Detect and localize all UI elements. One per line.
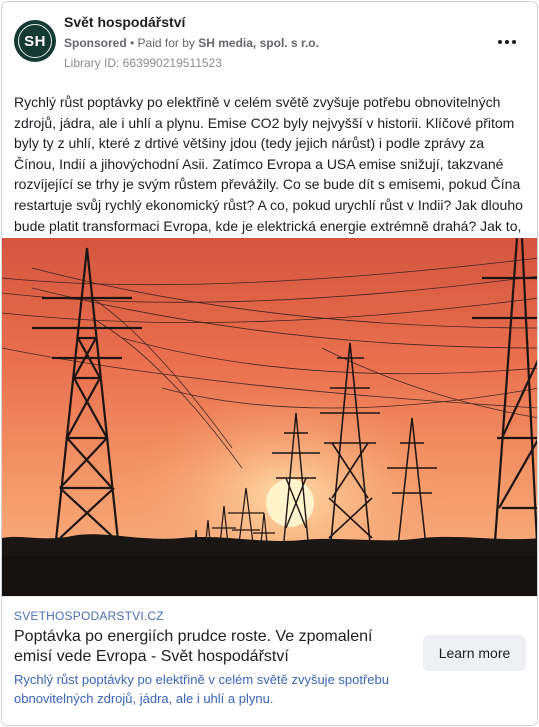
more-dot [505,40,509,44]
more-horizontal-icon [498,40,502,44]
ad-image-power-lines-sunset[interactable] [2,238,538,596]
ad-header: SH Svět hospodářství Sponsored • Paid fo… [2,2,537,82]
post-text: Rychlý růst poptávky po elektřině v celé… [14,94,523,254]
page-name[interactable]: Svět hospodářství [64,14,185,30]
link-description: Rychlý růst poptávky po elektřině v celé… [14,672,390,706]
sponsored-line: Sponsored • Paid for by SH media, spol. … [64,36,319,50]
meta-separator: • [126,36,138,50]
page-avatar[interactable]: SH [14,20,56,62]
link-title[interactable]: Poptávka po energiích prudce roste. Ve z… [14,627,414,667]
sponsored-label: Sponsored [64,36,127,50]
advertiser-name: SH media, spol. s r.o. [198,36,319,50]
library-id: Library ID: 663990219511523 [64,56,222,70]
avatar-initials: SH [24,32,46,50]
paid-for-prefix: Paid for by [137,36,199,50]
ad-card: SH Svět hospodářství Sponsored • Paid fo… [1,1,538,726]
avatar-logo-ring: SH [18,24,52,58]
link-domain: SVETHOSPODARSTVI.CZ [14,609,164,623]
more-options-button[interactable] [495,32,519,52]
more-dot [512,40,516,44]
learn-more-button[interactable]: Learn more [423,635,526,671]
link-preview[interactable]: SVETHOSPODARSTVI.CZ Poptávka po energiíc… [2,596,537,725]
